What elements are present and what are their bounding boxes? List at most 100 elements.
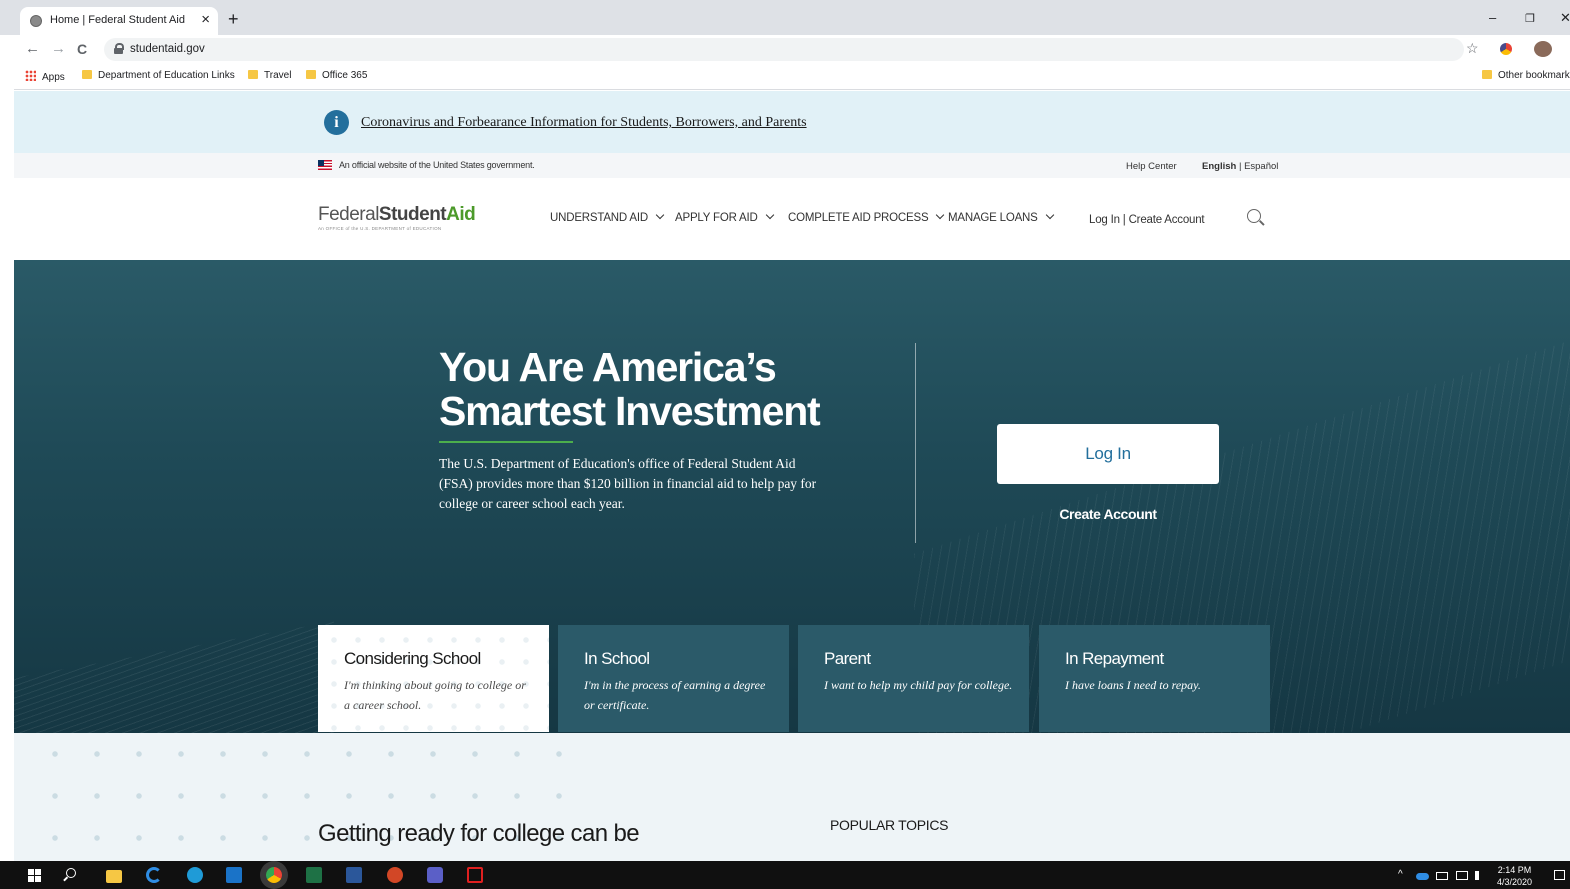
bookmark-label: Other bookmarks xyxy=(1498,70,1570,81)
folder-icon xyxy=(248,70,258,79)
battery-icon[interactable] xyxy=(1436,872,1448,880)
teams-icon[interactable] xyxy=(427,867,443,883)
create-account-link[interactable]: Create Account xyxy=(997,506,1219,522)
screen: Home | Federal Student Aid × + – ❐ ✕ ← →… xyxy=(0,0,1570,889)
folder-icon xyxy=(1482,70,1492,79)
network-icon[interactable] xyxy=(1456,871,1468,880)
hero-title-line2: Smartest Investment xyxy=(439,388,821,434)
restore-icon[interactable]: ❐ xyxy=(1525,12,1535,25)
card-title: In Repayment xyxy=(1065,649,1164,668)
lock-icon xyxy=(114,43,124,54)
taskbar-clock[interactable]: 2:14 PM 4/3/2020 xyxy=(1497,864,1532,888)
onedrive-icon[interactable] xyxy=(1416,873,1429,880)
excel-icon[interactable] xyxy=(306,867,322,883)
header-login-link[interactable]: Log In xyxy=(1089,214,1120,226)
bookmark-education-links[interactable]: Department of Education Links xyxy=(82,70,235,81)
card-considering-school[interactable]: Considering School I'm thinking about go… xyxy=(318,625,549,732)
card-description: I have loans I need to repay. xyxy=(1065,678,1201,692)
card-parent[interactable]: Parent I want to help my child pay for c… xyxy=(798,625,1029,732)
alert-banner: i Coronavirus and Forbearance Informatio… xyxy=(14,91,1570,153)
nav-manage-loans[interactable]: MANAGE LOANS xyxy=(948,210,1054,224)
login-button[interactable]: Log In xyxy=(997,424,1219,484)
help-center-link[interactable]: Help Center xyxy=(1126,161,1177,172)
chrome-icon[interactable] xyxy=(266,867,282,883)
search-icon[interactable] xyxy=(1247,209,1261,223)
fsa-logo[interactable]: FederalStudentAid An OFFICE of the U.S. … xyxy=(318,204,476,231)
hero-divider xyxy=(915,343,916,543)
address-bar[interactable]: studentaid.gov xyxy=(104,38,1464,61)
new-tab-button[interactable]: + xyxy=(228,9,239,30)
word-icon[interactable] xyxy=(346,867,362,883)
official-gov-banner: An official website of the United States… xyxy=(14,153,1570,178)
lang-english[interactable]: English xyxy=(1202,161,1236,172)
file-explorer-icon[interactable] xyxy=(106,870,122,883)
chevron-down-icon xyxy=(765,210,774,220)
browser-tabstrip: Home | Federal Student Aid × + – ❐ ✕ xyxy=(0,0,1570,35)
card-description: I'm in the process of earning a degree o… xyxy=(584,678,766,712)
hero-description: The U.S. Department of Education's offic… xyxy=(439,456,817,511)
browser-tab[interactable]: Home | Federal Student Aid × xyxy=(20,7,218,35)
bookmark-other[interactable]: Other bookmarks xyxy=(1482,70,1570,81)
language-switcher: English | Español xyxy=(1202,161,1278,172)
outlook-icon[interactable] xyxy=(226,867,242,883)
bookmark-apps[interactable]: Apps xyxy=(25,70,65,83)
header-account-links: Log In | Create Account xyxy=(1089,214,1205,226)
web-page: i Coronavirus and Forbearance Informatio… xyxy=(14,91,1570,861)
chevron-down-icon xyxy=(1045,210,1054,220)
header-create-account-link[interactable]: Create Account xyxy=(1129,214,1205,226)
clock-date: 4/3/2020 xyxy=(1497,877,1533,887)
hero-decor-lines-left xyxy=(14,621,334,733)
nav-understand-aid[interactable]: UNDERSTAND AID xyxy=(550,210,665,224)
official-site-text: An official website of the United States… xyxy=(339,160,535,170)
extension-icon[interactable] xyxy=(1500,43,1512,55)
coronavirus-info-link[interactable]: Coronavirus and Forbearance Information … xyxy=(361,115,807,131)
card-title: Parent xyxy=(824,649,871,668)
nav-complete-aid-process[interactable]: COMPLETE AID PROCESS xyxy=(788,210,945,224)
minimize-icon[interactable]: – xyxy=(1489,10,1496,25)
logo-federal: Federal xyxy=(318,204,379,225)
tray-overflow-icon[interactable]: ^ xyxy=(1398,869,1403,880)
forward-icon[interactable]: → xyxy=(51,40,66,57)
window-close-icon[interactable]: ✕ xyxy=(1560,10,1570,26)
card-in-school[interactable]: In School I'm in the process of earning … xyxy=(558,625,789,732)
bookmark-office-365[interactable]: Office 365 xyxy=(306,70,367,81)
info-icon: i xyxy=(324,110,349,135)
bookmark-travel[interactable]: Travel xyxy=(248,70,291,81)
main-navigation: FederalStudentAid An OFFICE of the U.S. … xyxy=(14,178,1570,260)
card-title: In School xyxy=(584,649,650,668)
lang-separator: | xyxy=(1238,161,1242,172)
profile-avatar[interactable] xyxy=(1534,41,1552,57)
powerpoint-icon[interactable] xyxy=(387,867,403,883)
volume-icon[interactable] xyxy=(1475,871,1485,880)
notifications-icon[interactable] xyxy=(1554,870,1565,880)
back-icon[interactable]: ← xyxy=(25,40,40,57)
card-in-repayment[interactable]: In Repayment I have loans I need to repa… xyxy=(1039,625,1270,732)
skype-icon[interactable] xyxy=(187,867,203,883)
hero-title-underline xyxy=(439,441,573,443)
hero-title-line1: You Are America’s xyxy=(439,344,777,390)
nav-apply-for-aid[interactable]: APPLY FOR AID xyxy=(675,210,774,224)
clock-time: 2:14 PM xyxy=(1497,865,1532,875)
internet-explorer-icon[interactable] xyxy=(146,867,162,883)
reload-icon[interactable]: C xyxy=(77,41,87,57)
logo-student: Student xyxy=(378,204,447,225)
apps-grid-icon xyxy=(25,70,36,81)
tab-close-icon[interactable]: × xyxy=(201,11,210,28)
taskbar-search-icon[interactable] xyxy=(66,868,76,878)
site-favicon-icon xyxy=(30,15,42,27)
bookmark-label: Department of Education Links xyxy=(98,70,235,81)
bookmark-star-icon[interactable]: ☆ xyxy=(1466,40,1479,57)
bookmark-label: Travel xyxy=(264,70,292,81)
left-edge xyxy=(0,35,14,889)
windows-start-icon[interactable] xyxy=(28,869,41,882)
logo-subtitle: An OFFICE of the U.S. DEPARTMENT of EDUC… xyxy=(318,226,442,231)
acrobat-icon[interactable] xyxy=(467,867,483,883)
bookmark-label: Office 365 xyxy=(322,70,368,81)
card-description: I'm thinking about going to college or a… xyxy=(344,678,526,712)
nav-label: MANAGE LOANS xyxy=(948,212,1038,224)
windows-taskbar: ^ 2:14 PM 4/3/2020 xyxy=(0,861,1570,889)
popular-topics-heading: POPULAR TOPICS xyxy=(830,817,949,833)
folder-icon xyxy=(306,70,316,79)
lang-espanol[interactable]: Español xyxy=(1244,161,1278,172)
bookmarks-bar: Apps Department of Education Links Trave… xyxy=(14,64,1570,90)
